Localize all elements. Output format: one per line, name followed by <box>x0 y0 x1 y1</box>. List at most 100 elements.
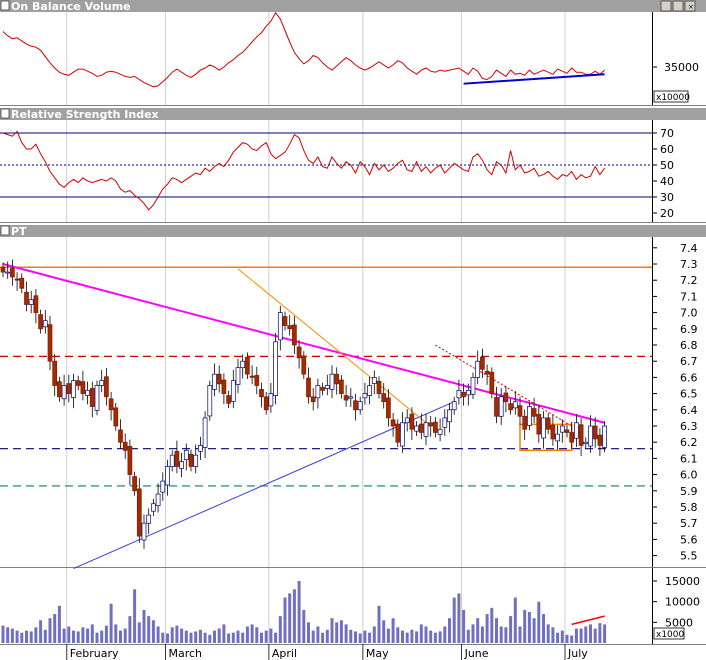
candle-body <box>221 379 227 394</box>
volume-bar <box>410 629 414 643</box>
volume-bar <box>471 624 475 643</box>
candle-body <box>118 429 123 443</box>
volume-bar <box>574 628 578 643</box>
candle-body <box>75 380 81 386</box>
rsi-y-tick-label: 50 <box>660 159 674 172</box>
candle-body <box>94 385 100 411</box>
minimize-button[interactable] <box>660 0 672 12</box>
volume-bar <box>433 632 437 643</box>
volume-bar <box>382 620 386 643</box>
volume-bar <box>283 597 287 643</box>
volume-bar <box>532 618 536 643</box>
volume-bar <box>1 625 5 643</box>
candle-body <box>47 324 53 362</box>
volume-bar <box>405 632 409 643</box>
candle-body <box>592 425 598 440</box>
candle-body <box>423 422 429 437</box>
volume-bar <box>598 623 602 643</box>
volume-bar <box>123 628 127 643</box>
volume-bar <box>551 627 555 643</box>
volume-bar <box>227 633 231 643</box>
volume-bar <box>213 630 216 643</box>
volume-y-tick-label: 15000 <box>665 575 700 588</box>
candle-body <box>414 425 419 432</box>
volume-bar <box>20 632 24 643</box>
x-tick-label: June <box>464 647 489 660</box>
volume-bar <box>53 614 57 643</box>
volume-bar <box>43 629 47 643</box>
candle-body <box>127 446 133 475</box>
candle-body <box>386 397 391 419</box>
candle-body <box>5 271 11 274</box>
volume-bar <box>274 632 278 643</box>
volume-bar <box>264 630 268 643</box>
candle-body <box>343 395 349 401</box>
volume-bar <box>72 630 75 643</box>
volume-bar <box>419 624 423 643</box>
volume-bar <box>67 626 71 643</box>
candle-body <box>400 422 405 447</box>
maximize-button[interactable] <box>672 0 684 12</box>
candle-body <box>531 408 537 417</box>
obv-panel-title: On Balance Volume <box>11 0 131 13</box>
candle-body <box>433 421 438 433</box>
candle-body <box>310 396 316 403</box>
candle-body <box>574 422 579 439</box>
volume-bar <box>335 622 339 643</box>
volume-y-tick-label: 10000 <box>665 596 700 609</box>
volume-bar <box>10 628 14 643</box>
candle-body <box>254 375 260 386</box>
candle-body <box>334 373 340 385</box>
candle-body <box>329 373 335 390</box>
price-y-tick-label: 5.9 <box>680 485 698 498</box>
volume-bar <box>34 627 38 643</box>
candle-body <box>583 441 589 444</box>
price-panel-header <box>0 225 706 237</box>
candle-body <box>19 277 25 289</box>
volume-bar <box>476 618 480 643</box>
volume-bar <box>565 634 569 643</box>
volume-bar <box>114 624 118 643</box>
candle-body <box>0 266 6 273</box>
price-y-tick-label: 5.7 <box>680 517 698 530</box>
candle-body <box>381 393 387 403</box>
price-y-tick-label: 7.4 <box>680 242 698 255</box>
volume-bar <box>166 633 169 643</box>
volume-bar <box>593 628 597 643</box>
rsi-y-tick-label: 60 <box>660 143 674 156</box>
volume-bar <box>584 626 588 643</box>
candle-body <box>541 417 546 439</box>
candle-body <box>226 395 231 404</box>
candle-body <box>480 356 485 370</box>
close-icon: × <box>688 3 694 11</box>
candle-body <box>193 454 199 467</box>
candle-body <box>498 396 504 417</box>
candle-body <box>390 419 396 427</box>
candle-body <box>287 325 293 330</box>
candle-body <box>508 403 513 411</box>
candle-body <box>160 480 166 493</box>
volume-bar <box>429 630 433 643</box>
volume-bar <box>57 605 61 643</box>
candle-body <box>104 376 109 398</box>
candle-body <box>447 409 452 423</box>
candle-body <box>442 417 448 428</box>
volume-bar <box>302 609 306 643</box>
candle-body <box>588 425 593 447</box>
volume-bar <box>245 626 249 643</box>
volume-bar <box>175 625 179 643</box>
candle-body <box>301 355 307 375</box>
volume-bar <box>311 630 315 643</box>
candle-body <box>10 267 15 278</box>
price-y-tick-label: 7.0 <box>680 307 698 320</box>
candle-body <box>169 454 175 467</box>
candle-body <box>216 373 222 385</box>
volume-bar <box>363 630 367 643</box>
volume-bar <box>161 632 165 643</box>
candle-body <box>174 450 180 467</box>
volume-bar <box>147 616 151 643</box>
candle-body <box>494 397 499 417</box>
volume-bar <box>527 612 531 643</box>
price-y-tick-label: 6.2 <box>680 436 698 449</box>
volume-bar <box>349 629 353 643</box>
